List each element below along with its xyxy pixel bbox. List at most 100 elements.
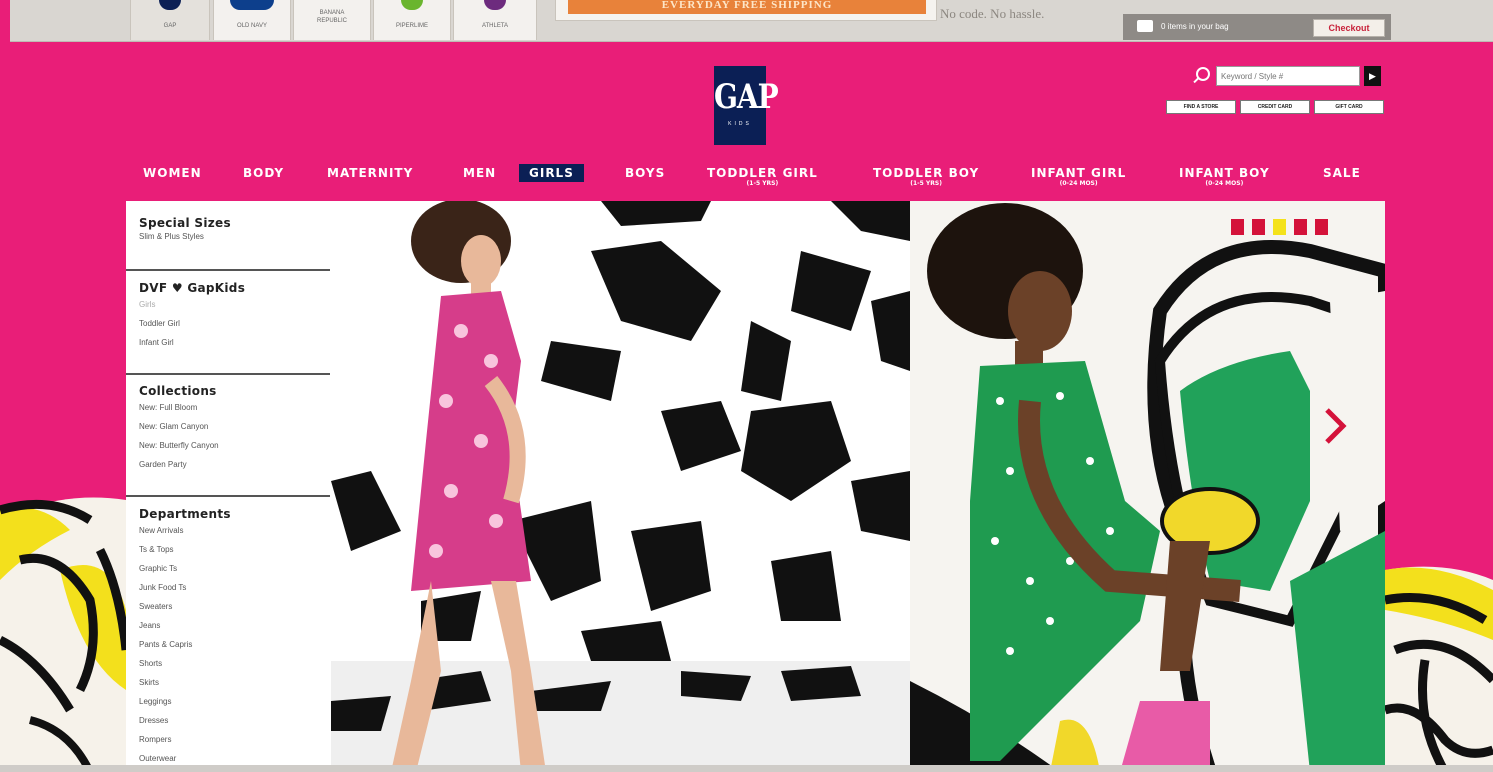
- sidebar-link[interactable]: New Arrivals: [139, 521, 231, 540]
- nav-toddler-girl[interactable]: TODDLER GIRL (1-5 YRS): [707, 166, 818, 187]
- nav-label: TODDLER GIRL: [707, 166, 818, 180]
- nav-boys[interactable]: BOYS: [625, 166, 665, 180]
- search-input[interactable]: [1216, 66, 1360, 86]
- chevron-right-icon[interactable]: [1323, 406, 1347, 446]
- brand-tab-label: BANANA REPUBLIC: [316, 10, 347, 24]
- sidebar-link[interactable]: Garden Party: [139, 455, 219, 474]
- nav-sublabel: (0-24 MOS): [1059, 180, 1098, 187]
- nav-sublabel: (1-5 YRS): [910, 180, 942, 187]
- brand-tab-label: ATHLETA: [481, 23, 509, 29]
- carousel-dot[interactable]: [1231, 219, 1244, 235]
- gap-logo-icon: [159, 0, 181, 10]
- brand-tab-athleta[interactable]: ATHLETA: [453, 0, 537, 40]
- search-go-button[interactable]: ▶: [1364, 66, 1381, 86]
- logo-text: GAP: [714, 76, 779, 117]
- nav-label: INFANT BOY: [1179, 166, 1270, 180]
- nav-label: BODY: [243, 166, 285, 180]
- carousel-dot[interactable]: [1252, 219, 1265, 235]
- category-sidebar: Special Sizes Slim & Plus Styles DVF ♥ G…: [126, 201, 331, 772]
- hero-image-green-dress[interactable]: [910, 201, 1385, 772]
- nav-toddler-boy[interactable]: TODDLER BOY (1-5 YRS): [873, 166, 979, 187]
- old-navy-logo-icon: [230, 0, 274, 10]
- nav-men[interactable]: MEN: [463, 166, 496, 180]
- carousel-dot[interactable]: [1315, 219, 1328, 235]
- sidebar-link[interactable]: Shorts: [139, 654, 231, 673]
- brand-tab-gap[interactable]: GAP: [130, 0, 210, 40]
- sidebar-link[interactable]: Graphic Ts: [139, 559, 231, 578]
- search-box: ▶: [1196, 66, 1385, 88]
- sidebar-heading: Collections: [139, 384, 217, 398]
- nav-girls[interactable]: GIRLS: [519, 164, 584, 182]
- nav-women[interactable]: WOMEN: [143, 166, 202, 180]
- nav-label: GIRLS: [529, 166, 574, 180]
- sidebar-group-special-sizes: Special Sizes Slim & Plus Styles: [139, 216, 231, 244]
- sidebar-link[interactable]: Girls: [139, 295, 245, 314]
- sidebar-link[interactable]: Jeans: [139, 616, 231, 635]
- nav-label: WOMEN: [143, 166, 202, 180]
- sidebar-group-collections: Collections New: Full Bloom New: Glam Ca…: [139, 384, 219, 474]
- nav-label: SALE: [1323, 166, 1361, 180]
- nav-label: BOYS: [625, 166, 666, 180]
- sidebar-link[interactable]: Slim & Plus Styles: [139, 230, 231, 244]
- brand-tab-label: OLD NAVY: [237, 23, 267, 29]
- nav-label: MATERNITY: [327, 166, 414, 180]
- sidebar-group-dvf: DVF ♥ GapKids Girls Toddler Girl Infant …: [139, 281, 245, 352]
- sidebar-divider: [126, 373, 330, 375]
- sidebar-heading: DVF ♥ GapKids: [139, 281, 246, 295]
- sidebar-link[interactable]: Rompers: [139, 730, 231, 749]
- promo-note: No code. No hassle.: [940, 6, 1045, 21]
- nav-maternity[interactable]: MATERNITY: [327, 166, 413, 180]
- carousel-dot[interactable]: [1294, 219, 1307, 235]
- nav-body[interactable]: BODY: [243, 166, 284, 180]
- piperlime-logo-icon: [401, 0, 423, 10]
- sidebar-link[interactable]: New: Full Bloom: [139, 398, 219, 417]
- sidebar-link[interactable]: Dresses: [139, 711, 231, 730]
- brand-tab-label: PIPERLIME: [395, 23, 428, 29]
- brand-tab-old-navy[interactable]: OLD NAVY: [213, 0, 291, 40]
- nav-infant-boy[interactable]: INFANT BOY (0-24 MOS): [1179, 166, 1270, 187]
- brand-bar: GAP OLD NAVY BANANA REPUBLIC PIPERLIME A…: [10, 0, 1493, 42]
- brand-tab-piperlime[interactable]: PIPERLIME: [373, 0, 451, 40]
- sidebar-divider: [126, 495, 330, 497]
- hero-image-pink-dress[interactable]: [331, 201, 910, 772]
- content-area: Special Sizes Slim & Plus Styles DVF ♥ G…: [126, 201, 1385, 772]
- logo-subtext: KIDS: [728, 121, 752, 127]
- shopping-bag-bar: 0 items in your bag Checkout: [1123, 14, 1391, 40]
- sidebar-link[interactable]: Junk Food Ts: [139, 578, 231, 597]
- gift-card-link[interactable]: GIFT CARD: [1314, 100, 1384, 114]
- sidebar-link[interactable]: Leggings: [139, 692, 231, 711]
- main-nav: WOMEN BODY MATERNITY MEN GIRLS BOYS TODD…: [0, 164, 1493, 200]
- bag-count[interactable]: 0 items in your bag: [1161, 22, 1229, 31]
- gapkids-logo[interactable]: GAP KIDS: [714, 66, 779, 145]
- brand-tab-label: GAP: [163, 23, 177, 29]
- sidebar-link[interactable]: Skirts: [139, 673, 231, 692]
- sidebar-link[interactable]: Sweaters: [139, 597, 231, 616]
- promo-text: EVERYDAY FREE SHIPPING: [568, 0, 926, 14]
- carousel-dot-active[interactable]: [1273, 219, 1286, 235]
- sidebar-link[interactable]: Toddler Girl: [139, 314, 245, 333]
- sidebar-link[interactable]: Infant Girl: [139, 333, 245, 352]
- nav-sale[interactable]: SALE: [1323, 166, 1361, 180]
- sidebar-divider: [126, 269, 330, 271]
- find-a-store-link[interactable]: FIND A STORE: [1166, 100, 1236, 114]
- page: GAP OLD NAVY BANANA REPUBLIC PIPERLIME A…: [0, 0, 1493, 772]
- page-bottom-edge: [0, 765, 1493, 772]
- checkout-button[interactable]: Checkout: [1313, 19, 1385, 37]
- sidebar-link[interactable]: New: Glam Canyon: [139, 417, 219, 436]
- flower-decoration-left: [0, 497, 126, 772]
- brand-tab-banana-republic[interactable]: BANANA REPUBLIC: [293, 0, 371, 40]
- sidebar-link[interactable]: New: Butterfly Canyon: [139, 436, 219, 455]
- nav-sublabel: (0-24 MOS): [1205, 180, 1244, 187]
- athleta-logo-icon: [484, 0, 506, 10]
- nav-label: TODDLER BOY: [873, 166, 980, 180]
- credit-card-link[interactable]: CREDIT CARD: [1240, 100, 1310, 114]
- nav-sublabel: (1-5 YRS): [746, 180, 779, 187]
- sidebar-link[interactable]: Ts & Tops: [139, 540, 231, 559]
- flower-decoration-right: [1385, 566, 1493, 772]
- sidebar-heading: Special Sizes: [139, 216, 231, 230]
- nav-infant-girl[interactable]: INFANT GIRL (0-24 MOS): [1031, 166, 1126, 187]
- nav-label: MEN: [463, 166, 497, 180]
- shopping-bag-icon[interactable]: [1137, 20, 1153, 32]
- promo-banner[interactable]: EVERYDAY FREE SHIPPING: [555, 0, 937, 21]
- sidebar-link[interactable]: Pants & Capris: [139, 635, 231, 654]
